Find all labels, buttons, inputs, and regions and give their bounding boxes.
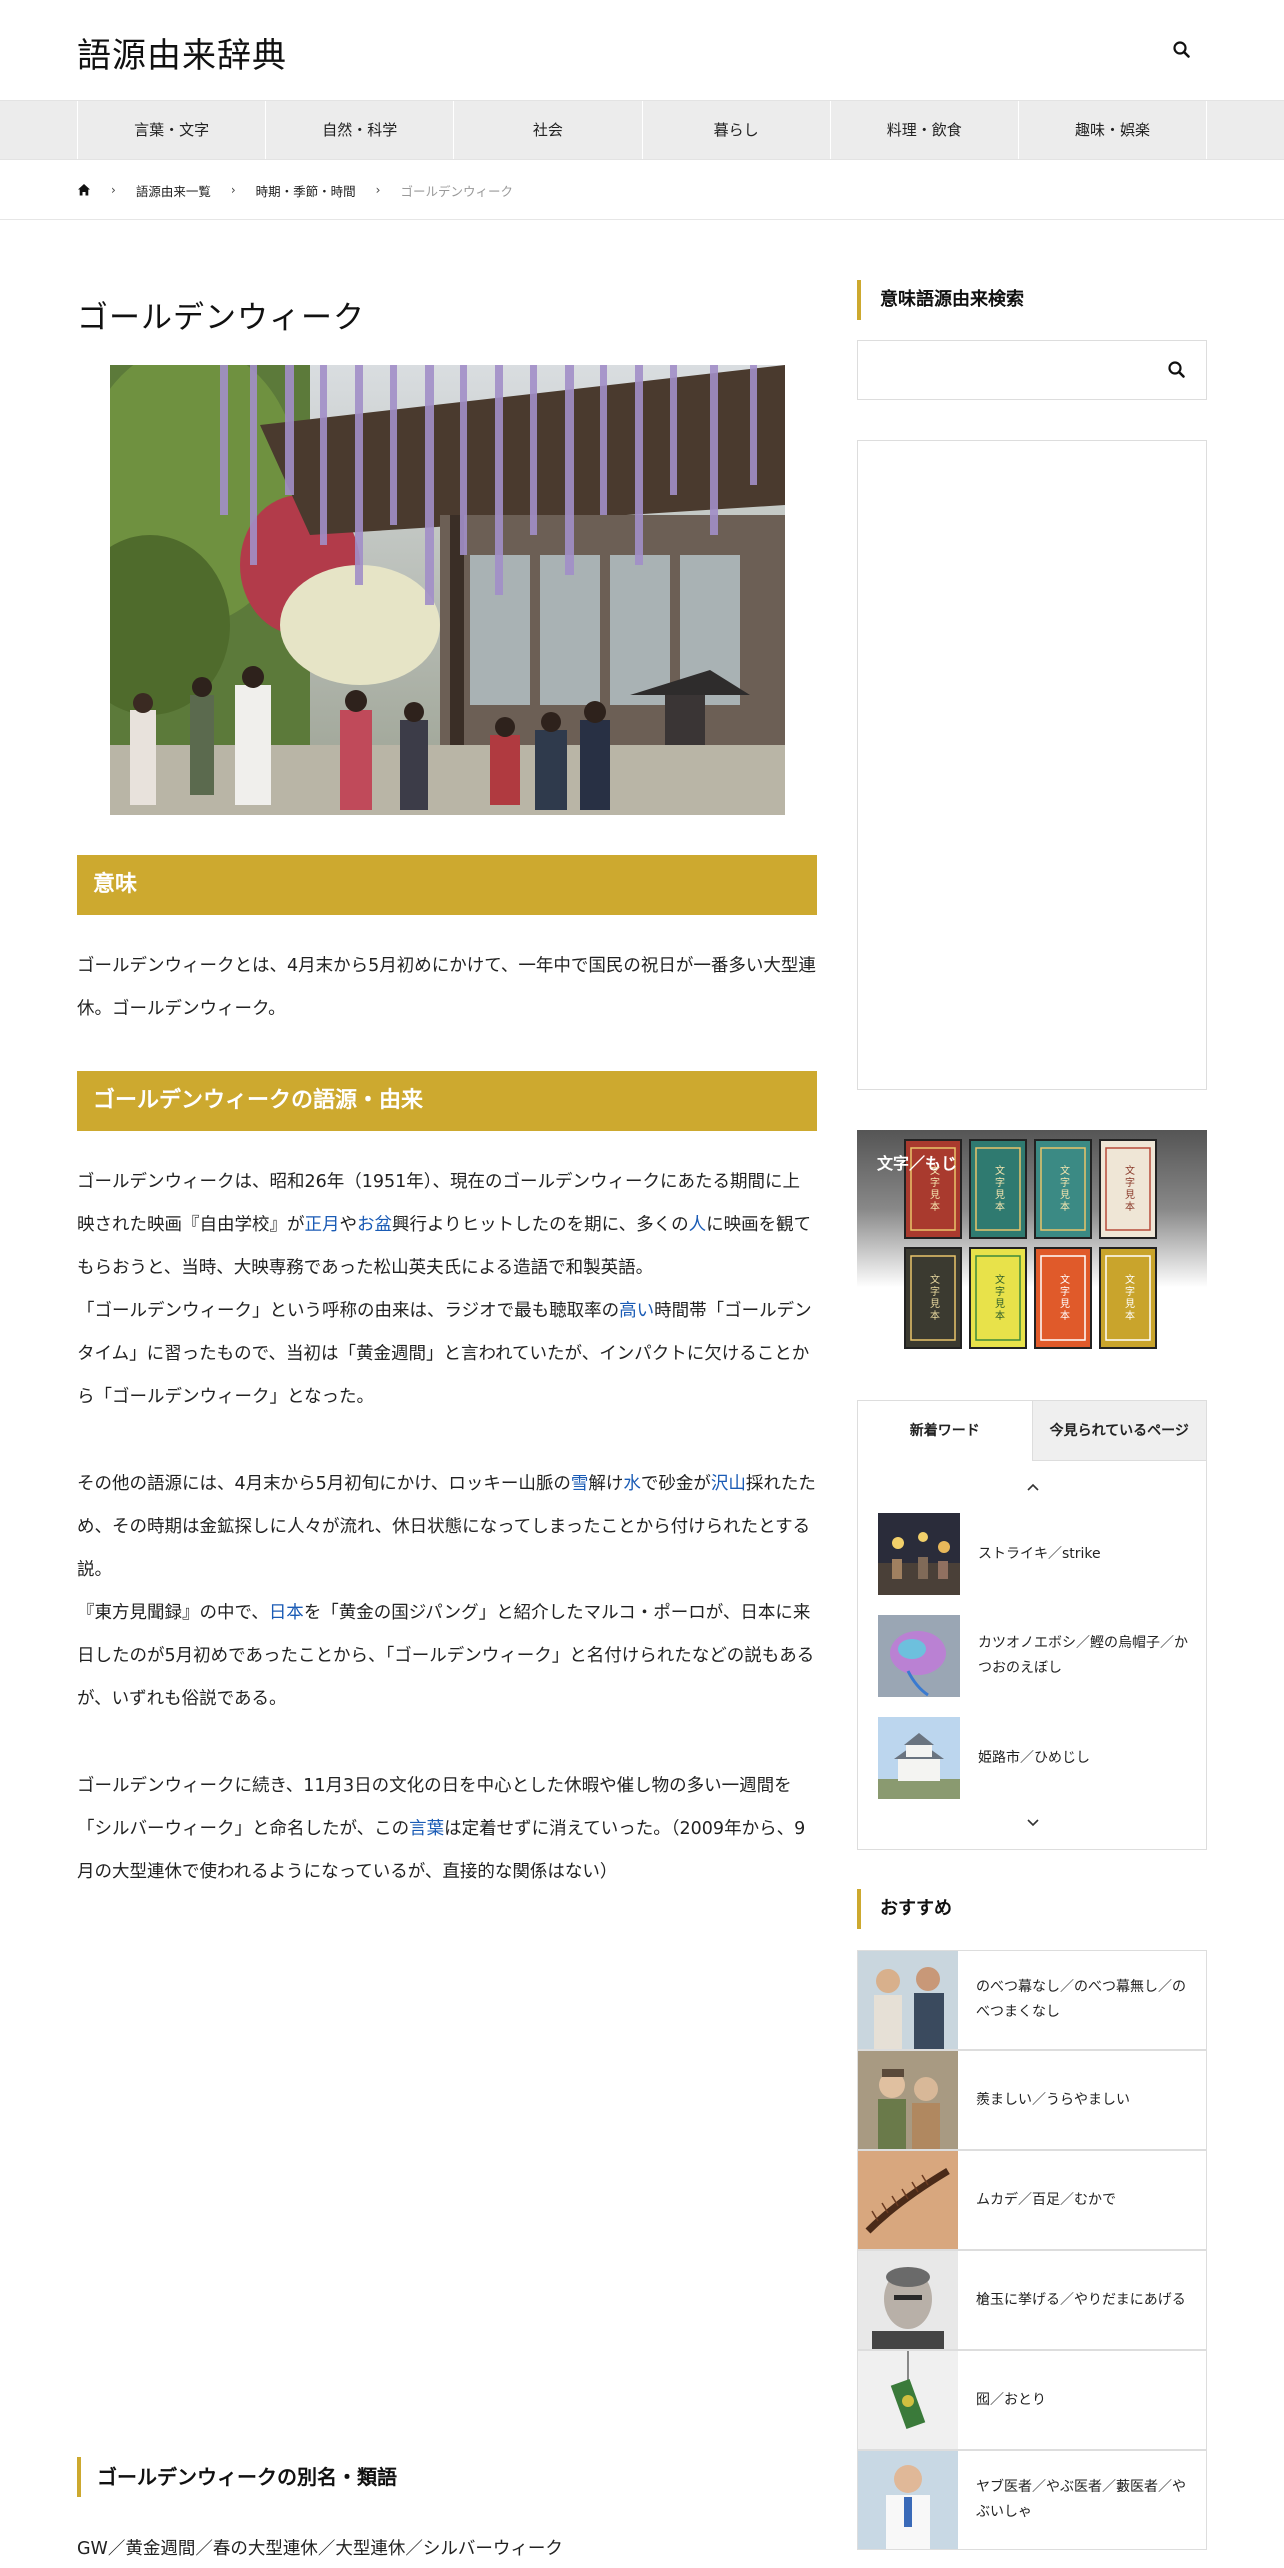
nav-item-living[interactable]: 暮らし: [641, 101, 830, 159]
breadcrumb-item-current: ゴールデンウィーク: [400, 183, 513, 199]
tab-new-words[interactable]: 新着ワード: [858, 1401, 1032, 1461]
list-item-label: ヤブ医者／やぶ医者／藪医者／やぶいしゃ: [976, 2479, 1186, 2520]
list-item-label: のべつ幕なし／のべつ幕無し／のべつまくなし: [976, 1979, 1186, 2020]
breadcrumb: › 語源由来一覧 › 時期・季節・時間 › ゴールデンウィーク: [77, 160, 1207, 220]
meaning-text: ゴールデンウィークとは、4月末から5月初めにかけて、一年中で国民の祝日が一番多い…: [77, 956, 816, 1019]
banner-card: 文字見本: [1122, 1274, 1134, 1322]
origin-paragraph-3: その他の語源には、4月末から5月初旬にかけ、ロッキー山脈の雪解け水で砂金が沢山採…: [77, 1463, 817, 1592]
tab-popular-pages[interactable]: 今見られているページ: [1031, 1401, 1206, 1461]
thumbnail: [858, 2351, 958, 2449]
thumbnail: [858, 1951, 958, 2049]
divider: [0, 219, 1284, 220]
text-run: で砂金が: [640, 1474, 711, 1494]
nav-item-hobby[interactable]: 趣味・娯楽: [1017, 101, 1208, 159]
hero-image: [110, 365, 785, 815]
list-item[interactable]: カツオノエボシ／鰹の烏帽子／かつおのえぼし: [878, 1615, 1188, 1697]
link-shogatsu[interactable]: 正月: [305, 1215, 340, 1235]
thumbnail: [858, 2051, 958, 2149]
ad-slot: [857, 440, 1207, 1090]
thumbnail: [878, 1717, 960, 1799]
thumbnail: [858, 2251, 958, 2349]
chevron-right-icon: ›: [375, 183, 381, 197]
link-obon[interactable]: お盆: [357, 1215, 392, 1235]
site-logo[interactable]: 語源由来辞典: [77, 28, 287, 77]
sidebar-search-box: [857, 340, 1207, 400]
banner-card: 文字見本: [992, 1274, 1004, 1322]
breadcrumb-item-category[interactable]: 時期・季節・時間: [256, 181, 356, 200]
thumbnail: [878, 1513, 960, 1595]
link-mizu[interactable]: 水: [623, 1474, 641, 1494]
text-run: 興行よりヒットしたのを期に、多くの: [392, 1215, 689, 1235]
link-yuki[interactable]: 雪: [571, 1474, 589, 1494]
list-item[interactable]: ムカデ／百足／むかで: [857, 2150, 1207, 2250]
link-kotoba[interactable]: 言葉: [409, 1819, 444, 1839]
breadcrumb-item-index[interactable]: 語源由来一覧: [136, 181, 211, 200]
banner-card: 文字見本: [1057, 1274, 1069, 1322]
search-icon[interactable]: [1168, 36, 1196, 64]
chevron-right-icon: ›: [230, 183, 236, 197]
banner-card: 文字見本: [992, 1165, 1004, 1213]
text-run: 解け: [588, 1474, 624, 1494]
thumbnail: [858, 2151, 958, 2249]
synonyms-text: GW／黄金週間／春の大型連休／大型連休／シルバーウィーク: [77, 2539, 563, 2559]
home-icon[interactable]: [77, 183, 91, 197]
search-icon[interactable]: [1148, 341, 1206, 399]
section-heading-synonyms: ゴールデンウィークの別名・類語: [77, 2457, 817, 2497]
link-hito[interactable]: 人: [689, 1215, 707, 1235]
nav-item-nature[interactable]: 自然・科学: [265, 101, 453, 159]
list-item-label: ストライキ／strike: [978, 1545, 1101, 1562]
list-item[interactable]: 姫路市／ひめじし: [878, 1717, 1188, 1799]
site-header: 語源由来辞典: [0, 0, 1284, 100]
text-run: や: [339, 1215, 358, 1235]
thumbnail: [858, 2451, 958, 2549]
link-takusan[interactable]: 沢山: [711, 1474, 746, 1494]
list-item[interactable]: のべつ幕なし／のべつ幕無し／のべつまくなし: [857, 1950, 1207, 2050]
text-run: 『東方見聞録』の中で、: [77, 1603, 269, 1623]
new-words-widget: 新着ワード 今見られているページ ストライキ／strike カツオノエボシ／鰹の…: [857, 1400, 1207, 1850]
link-takai[interactable]: 高い: [619, 1301, 654, 1321]
list-item-label: カツオノエボシ／鰹の烏帽子／かつおのえぼし: [978, 1635, 1188, 1676]
banner-card-grid: 文字見本 文字見本 文字見本 文字見本 文字見本 文字見本 文字見本 文字見本: [905, 1140, 1156, 1348]
thumbnail: [878, 1615, 960, 1697]
section-heading-origin: ゴールデンウィークの語源・由来: [77, 1071, 817, 1131]
banner-card: 文字見本: [927, 1274, 939, 1322]
list-item[interactable]: 槍玉に挙げる／やりだまにあげる: [857, 2250, 1207, 2350]
sidebar-search-input[interactable]: [858, 341, 1148, 399]
link-nihon[interactable]: 日本: [269, 1603, 304, 1623]
list-item-label: 羨ましい／うらやましい: [976, 2091, 1130, 2108]
sidebar-recommended-title: おすすめ: [857, 1889, 1207, 1929]
origin-paragraph-1: ゴールデンウィークは、昭和26年（1951年）、現在のゴールデンウィークにあたる…: [77, 1161, 817, 1290]
nav-item-words[interactable]: 言葉・文字: [77, 101, 265, 159]
banner-card: 文字見本: [927, 1165, 939, 1213]
banner-card: 文字見本: [1057, 1165, 1069, 1213]
origin-paragraph-2: 「ゴールデンウィーク」という呼称の由来は、ラジオで最も聴取率の高い時間帯「ゴール…: [77, 1290, 817, 1419]
page-title: ゴールデンウィーク: [77, 300, 365, 336]
sidebar-search-title: 意味語源由来検索: [857, 280, 1207, 320]
banner-moji[interactable]: 文字／もじ 文字見本 文字見本 文字見本 文字見本 文字見本 文字見本 文字見本…: [857, 1130, 1207, 1355]
list-item-label: 囮／おとり: [976, 2391, 1046, 2408]
chevron-right-icon: ›: [111, 183, 116, 197]
text-run: その他の語源には、4月末から5月初旬にかけ、ロッキー山脈の: [77, 1474, 571, 1494]
list-item-label: 姫路市／ひめじし: [978, 1749, 1090, 1766]
list-item-label: ムカデ／百足／むかで: [976, 2191, 1116, 2208]
chevron-up-icon[interactable]: [1021, 1477, 1045, 1497]
list-item-label: 槍玉に挙げる／やりだまにあげる: [976, 2291, 1186, 2308]
chevron-down-icon[interactable]: [1021, 1813, 1045, 1833]
list-item[interactable]: 羨ましい／うらやましい: [857, 2050, 1207, 2150]
origin-paragraph-4: 『東方見聞録』の中で、日本を「黄金の国ジパング」と紹介したマルコ・ポーロが、日本…: [77, 1592, 817, 1721]
nav-item-society[interactable]: 社会: [453, 101, 641, 159]
origin-paragraph-5: ゴールデンウィークに続き、11月3日の文化の日を中心とした休暇や催し物の多い一週…: [77, 1765, 817, 1894]
text-run: 「ゴールデンウィーク」という呼称の由来は、ラジオで最も聴取率の: [77, 1301, 620, 1321]
nav-item-food[interactable]: 料理・飲食: [829, 101, 1018, 159]
list-item[interactable]: ヤブ医者／やぶ医者／藪医者／やぶいしゃ: [857, 2450, 1207, 2550]
global-nav: 言葉・文字 自然・科学 社会 暮らし 料理・飲食 趣味・娯楽: [0, 100, 1284, 160]
list-item[interactable]: 囮／おとり: [857, 2350, 1207, 2450]
list-item[interactable]: ストライキ／strike: [878, 1513, 1188, 1595]
banner-card: 文字見本: [1122, 1165, 1134, 1213]
section-heading-meaning: 意味: [77, 855, 817, 915]
